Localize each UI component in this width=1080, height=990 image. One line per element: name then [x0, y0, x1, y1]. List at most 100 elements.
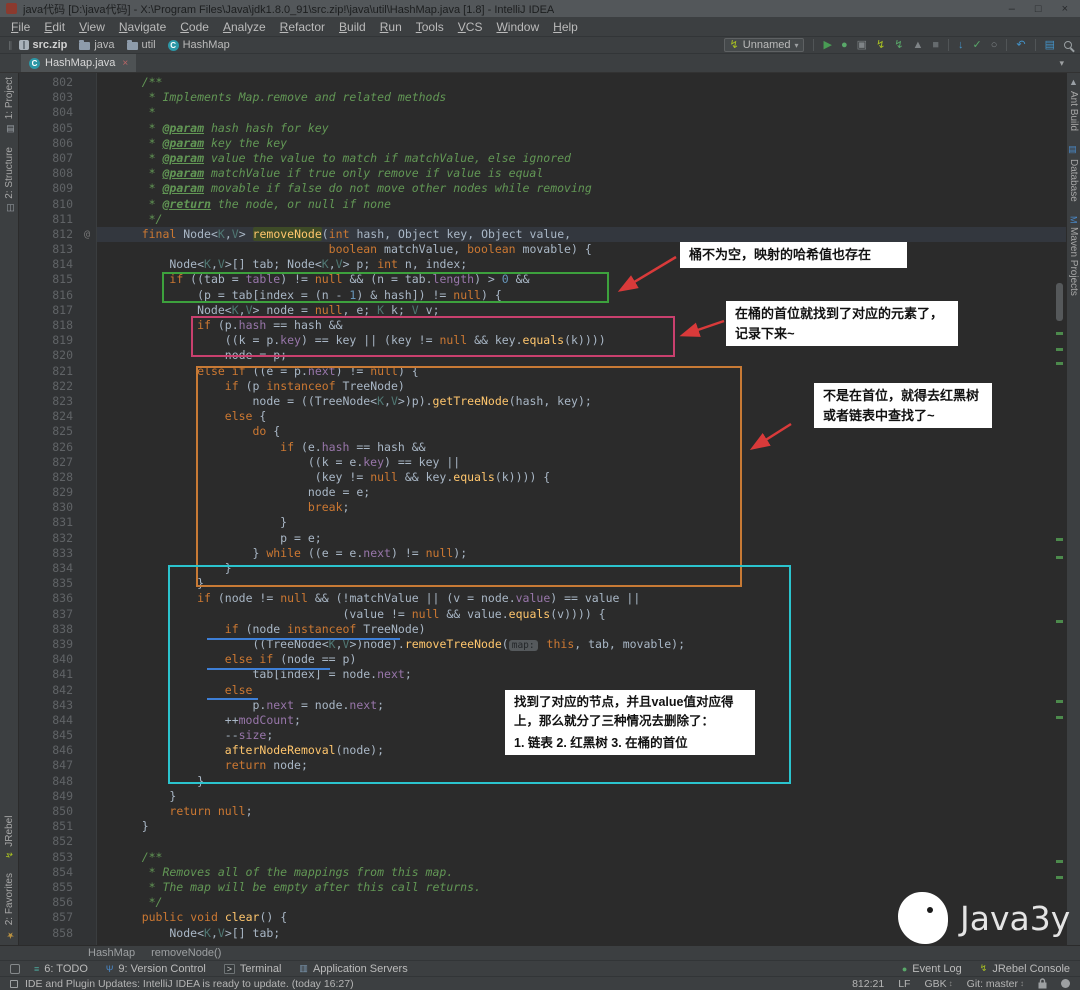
breadcrumb-util[interactable]: util: [126, 39, 156, 51]
maximize-button[interactable]: □: [1035, 3, 1042, 15]
stop-icon[interactable]: ■: [932, 39, 939, 51]
code-line-851[interactable]: 851 }: [19, 819, 1066, 834]
code-line-830[interactable]: 830 break;: [19, 500, 1066, 515]
menu-code[interactable]: Code: [173, 18, 216, 36]
code-line-836[interactable]: 836 if (node != null && (!matchValue || …: [19, 591, 1066, 606]
breadcrumb-java[interactable]: java: [79, 39, 115, 51]
code-line-814[interactable]: 814 Node<K,V>[] tab; Node<K,V> p; int n,…: [19, 257, 1066, 272]
caret-position-widget[interactable]: 812:21: [852, 978, 884, 990]
stripe-item-ant-build[interactable]: ▲ Ant Build: [1068, 77, 1079, 131]
vcs-update-icon[interactable]: ↓: [958, 39, 964, 51]
code-line-810[interactable]: 810 * @return the node, or null if none: [19, 197, 1066, 212]
search-everywhere-icon[interactable]: [1064, 41, 1072, 49]
git-branch-widget[interactable]: Git: master ↕: [967, 978, 1024, 990]
stripe-item-2-structure[interactable]: ◫ 2: Structure: [4, 147, 15, 213]
debug-icon[interactable]: ●: [841, 39, 848, 51]
tool-window-button-application-servers[interactable]: ▥ Application Servers: [299, 963, 407, 975]
tool-window-button-9-version-control[interactable]: Ψ 9: Version Control: [106, 963, 206, 975]
tool-window-button-terminal[interactable]: > Terminal: [223, 963, 281, 975]
tool-window-button-jrebel-console[interactable]: ↯ JRebel Console: [980, 963, 1070, 975]
code-line-829[interactable]: 829 node = e;: [19, 485, 1066, 500]
code-line-805[interactable]: 805 * @param hash hash for key: [19, 121, 1066, 136]
run-configuration-select[interactable]: ↯ Unnamed ▾: [723, 38, 805, 52]
code-line-826[interactable]: 826 if (e.hash == hash &&: [19, 440, 1066, 455]
breadcrumb-hashmap[interactable]: C HashMap: [167, 39, 230, 51]
stripe-item-maven-projects[interactable]: M Maven Projects: [1068, 216, 1079, 296]
vcs-commit-icon[interactable]: ✓: [973, 39, 982, 51]
menu-analyze[interactable]: Analyze: [216, 18, 273, 36]
jrebel-debug-icon[interactable]: ↯: [894, 39, 903, 51]
menu-vcs[interactable]: VCS: [451, 18, 490, 36]
jrebel-run-icon[interactable]: ↯: [876, 39, 885, 51]
hector-inspector-icon[interactable]: [1061, 979, 1070, 988]
close-button[interactable]: ×: [1062, 3, 1068, 15]
menu-window[interactable]: Window: [489, 18, 546, 36]
breadcrumb-class[interactable]: HashMap: [88, 947, 135, 959]
revert-icon[interactable]: ○: [991, 39, 998, 51]
code-line-806[interactable]: 806 * @param key the key: [19, 136, 1066, 151]
code-line-839[interactable]: 839 ((TreeNode<K,V>)node).removeTreeNode…: [19, 637, 1066, 652]
menu-view[interactable]: View: [72, 18, 112, 36]
code-line-849[interactable]: 849 }: [19, 789, 1066, 804]
menu-help[interactable]: Help: [546, 18, 585, 36]
code-line-802[interactable]: 802 /**: [19, 75, 1066, 90]
tool-window-button-6-todo[interactable]: ≡ 6: TODO: [34, 963, 88, 975]
stripe-item-database[interactable]: ▤ Database: [1068, 145, 1079, 202]
run-icon[interactable]: ▶: [823, 39, 831, 51]
code-line-840[interactable]: 840 else if (node == p): [19, 652, 1066, 667]
code-line-848[interactable]: 848 }: [19, 774, 1066, 789]
code-line-827[interactable]: 827 ((k = e.key) == key ||: [19, 455, 1066, 470]
breadcrumb-src-zip[interactable]: src.zip: [18, 39, 67, 51]
code-line-807[interactable]: 807 * @param value the value to match if…: [19, 151, 1066, 166]
code-line-811[interactable]: 811 */: [19, 212, 1066, 227]
menu-run[interactable]: Run: [373, 18, 409, 36]
breadcrumb-method[interactable]: removeNode(): [151, 947, 221, 959]
hidden-tabs-chevron-icon[interactable]: ▾: [1059, 58, 1064, 69]
stripe-item-1-project[interactable]: ▤ 1: Project: [4, 77, 15, 133]
menu-file[interactable]: File: [4, 18, 37, 36]
menu-edit[interactable]: Edit: [37, 18, 72, 36]
readonly-lock-icon[interactable]: [1038, 978, 1047, 989]
code-line-833[interactable]: 833 } while ((e = e.next) != null);: [19, 546, 1066, 561]
code-line-837[interactable]: 837 (value != null && value.equals(v))))…: [19, 607, 1066, 622]
editor-scrollbar[interactable]: [1054, 73, 1066, 945]
code-line-850[interactable]: 850 return null;: [19, 804, 1066, 819]
tool-window-switcher-icon[interactable]: [10, 963, 20, 974]
scrollbar-thumb[interactable]: [1056, 283, 1063, 321]
menu-navigate[interactable]: Navigate: [112, 18, 173, 36]
profile-icon[interactable]: ▲: [912, 39, 923, 51]
code-line-841[interactable]: 841 tab[index] = node.next;: [19, 667, 1066, 682]
code-line-847[interactable]: 847 return node;: [19, 758, 1066, 773]
encoding-widget[interactable]: GBK ↕: [924, 978, 952, 990]
menu-refactor[interactable]: Refactor: [273, 18, 332, 36]
tool-window-button-event-log[interactable]: ● Event Log: [902, 963, 962, 975]
code-line-812[interactable]: 812 @ final Node<K,V> removeNode(int hash…: [19, 226, 1066, 243]
tab-hashmap-java[interactable]: C HashMap.java ×: [21, 54, 137, 72]
code-line-808[interactable]: 808 * @param matchValue if true only rem…: [19, 166, 1066, 181]
code-line-813[interactable]: 813 boolean matchValue, boolean movable)…: [19, 242, 1066, 257]
line-ending-widget[interactable]: LF: [898, 978, 910, 990]
code-line-853[interactable]: 853 /**: [19, 850, 1066, 865]
undo-icon[interactable]: ↶: [1016, 39, 1025, 51]
code-line-820[interactable]: 820 node = p;: [19, 348, 1066, 363]
code-line-835[interactable]: 835 }: [19, 576, 1066, 591]
copy-icon[interactable]: ▤: [1045, 39, 1055, 51]
code-line-854[interactable]: 854 * Removes all of the mappings from t…: [19, 865, 1066, 880]
stripe-item-2-favorites[interactable]: ★ 2: Favorites: [4, 873, 15, 939]
status-message[interactable]: IDE and Plugin Updates: IntelliJ IDEA is…: [25, 978, 354, 990]
code-line-809[interactable]: 809 * @param movable if false do not mov…: [19, 181, 1066, 196]
code-line-804[interactable]: 804 *: [19, 105, 1066, 120]
code-line-852[interactable]: 852: [19, 834, 1066, 849]
code-line-828[interactable]: 828 (key != null && key.equals(k)))) {: [19, 470, 1066, 485]
code-line-834[interactable]: 834 }: [19, 561, 1066, 576]
code-line-803[interactable]: 803 * Implements Map.remove and related …: [19, 90, 1066, 105]
code-line-831[interactable]: 831 }: [19, 515, 1066, 530]
stripe-item-jrebel[interactable]: ↯ JRebel: [4, 816, 15, 859]
menu-tools[interactable]: Tools: [409, 18, 451, 36]
code-line-821[interactable]: 821 else if ((e = p.next) != null) {: [19, 364, 1066, 379]
menu-build[interactable]: Build: [332, 18, 373, 36]
tab-close-icon[interactable]: ×: [122, 58, 128, 69]
coverage-icon[interactable]: ▣: [857, 39, 867, 51]
code-editor[interactable]: 802 /** 803 * Implements Map.remove and r…: [19, 73, 1066, 945]
code-line-815[interactable]: 815 if ((tab = table) != null && (n = ta…: [19, 272, 1066, 287]
